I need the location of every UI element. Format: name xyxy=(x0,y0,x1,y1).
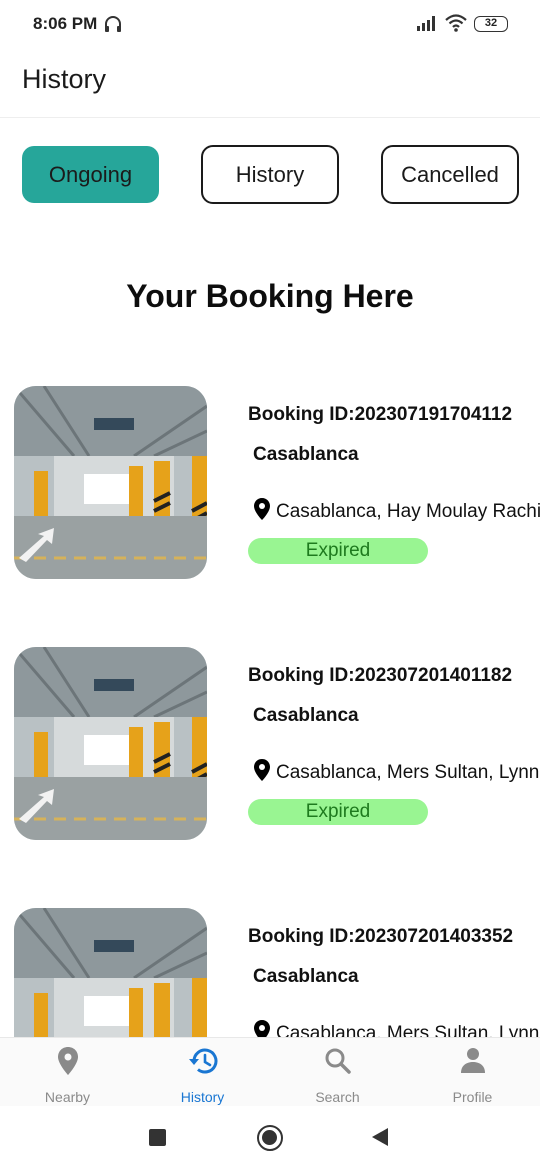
booking-address: Casablanca, Mers Sultan, Lynn xyxy=(276,762,540,783)
signal-icon xyxy=(417,16,435,31)
status-badge: Expired xyxy=(248,538,428,564)
back-icon[interactable] xyxy=(372,1128,388,1146)
location-pin-icon xyxy=(254,759,270,781)
location-pin-icon xyxy=(254,498,270,520)
history-icon xyxy=(188,1048,217,1074)
booking-list[interactable]: Booking ID:202307191704112 Casablanca Ca… xyxy=(0,360,540,1037)
section-title: Your Booking Here xyxy=(126,278,414,314)
home-icon[interactable] xyxy=(257,1125,283,1151)
booking-city: Casablanca xyxy=(253,966,359,987)
status-badge: Expired xyxy=(248,799,428,825)
nav-label: Search xyxy=(315,1089,360,1105)
person-icon xyxy=(460,1048,485,1073)
booking-city: Casablanca xyxy=(253,444,359,465)
parking-image xyxy=(14,908,207,1037)
status-time: 8:06 PM xyxy=(33,14,98,33)
recent-apps-icon[interactable] xyxy=(149,1129,166,1146)
booking-city: Casablanca xyxy=(253,705,359,726)
tab-cancelled[interactable]: Cancelled xyxy=(381,145,519,204)
location-pin-icon xyxy=(254,1020,270,1037)
status-bar: 8:06 PM 32 xyxy=(0,0,540,48)
booking-address: Casablanca, Hay Moulay Rachi xyxy=(276,501,540,522)
system-nav-bar xyxy=(0,1106,540,1170)
nav-label: Nearby xyxy=(44,1089,91,1105)
nav-history[interactable]: History xyxy=(135,1038,270,1107)
search-icon xyxy=(325,1048,351,1074)
booking-id: Booking ID:202307201401182 xyxy=(248,665,513,686)
headset-icon xyxy=(105,16,121,32)
tab-history[interactable]: History xyxy=(201,145,339,204)
nav-profile[interactable]: Profile xyxy=(405,1038,540,1107)
nav-label: History xyxy=(180,1089,225,1105)
parking-image xyxy=(14,386,207,579)
location-pin-icon xyxy=(57,1047,78,1075)
parking-image xyxy=(14,647,207,840)
app-bar: History xyxy=(0,48,540,118)
booking-card[interactable]: Booking ID:202307201401182 Casablanca Ca… xyxy=(0,621,540,851)
nav-label: Profile xyxy=(452,1089,493,1105)
booking-card[interactable]: Booking ID:202307191704112 Casablanca Ca… xyxy=(0,360,540,590)
booking-address: Casablanca, Mers Sultan, Lynn xyxy=(276,1023,540,1037)
tab-ongoing[interactable]: Ongoing xyxy=(22,146,159,203)
bottom-nav: Nearby History Search Profile xyxy=(0,1037,540,1106)
wifi-icon xyxy=(445,14,467,32)
nav-nearby[interactable]: Nearby xyxy=(0,1038,135,1107)
battery-icon: 32 xyxy=(474,16,508,32)
booking-id: Booking ID:202307191704112 xyxy=(248,404,513,425)
page-title: History xyxy=(22,64,107,94)
nav-search[interactable]: Search xyxy=(270,1038,405,1107)
booking-id: Booking ID:202307201403352 xyxy=(248,926,514,947)
booking-card[interactable]: Booking ID:202307201403352 Casablanca Ca… xyxy=(0,882,540,1037)
